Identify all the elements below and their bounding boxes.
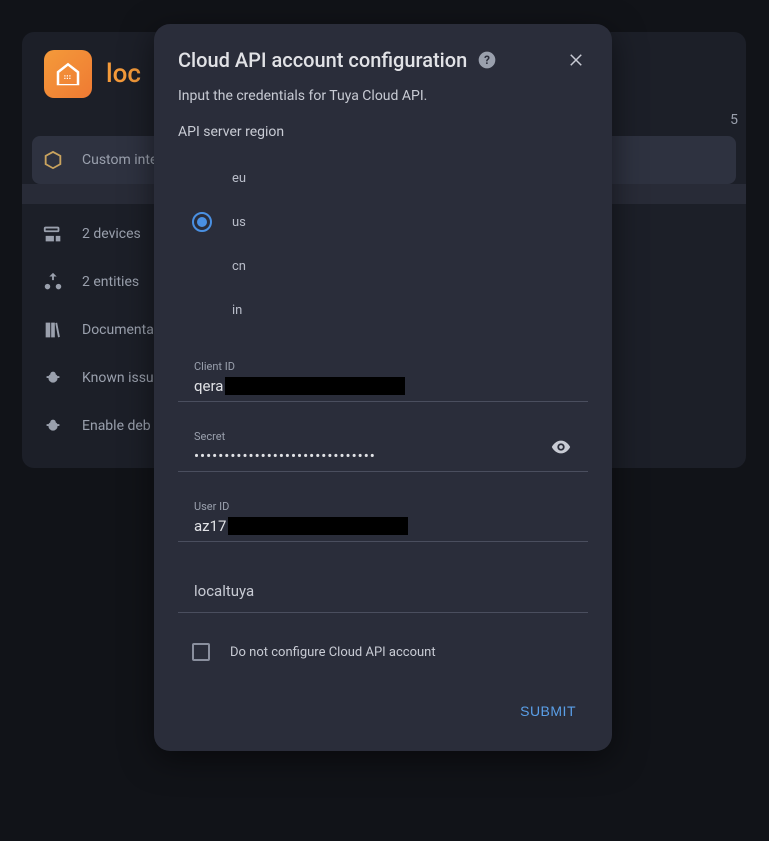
entities-icon [42,271,64,293]
menu-label: Known issu [82,370,154,386]
eye-icon[interactable] [550,436,572,462]
dialog-actions: SUBMIT [178,695,588,727]
bug-icon [42,367,64,389]
radio-icon [192,212,212,232]
svg-text:?: ? [484,53,490,67]
integration-logo-icon [44,50,92,98]
radio-icon [192,168,212,188]
config-dialog: Cloud API account configuration ? Input … [154,24,612,751]
field-value: qera [194,377,223,395]
region-radio-group: eu us cn in [178,156,588,332]
region-option-eu[interactable]: eu [178,156,588,200]
field-value: localtuya [194,582,254,600]
region-section-label: API server region [178,124,588,140]
radio-label: cn [232,259,246,274]
field-label: Secret [194,430,572,443]
dialog-description: Input the credentials for Tuya Cloud API… [178,88,588,104]
field-value: •••••••••••••••••••••••••••••• [194,447,376,465]
skip-config-checkbox[interactable]: Do not configure Cloud API account [178,637,588,667]
menu-label: 2 devices [82,226,141,242]
checkbox-icon [192,643,210,661]
secret-field[interactable]: Secret •••••••••••••••••••••••••••••• [178,426,588,472]
field-label: Client ID [194,360,572,373]
radio-icon [192,256,212,276]
dialog-header: Cloud API account configuration ? [178,48,588,72]
redaction-block [225,377,405,395]
field-value: az17 [194,517,226,535]
region-option-cn[interactable]: cn [178,244,588,288]
region-option-in[interactable]: in [178,288,588,332]
cube-icon [42,149,64,171]
menu-label: Documenta [82,322,154,338]
submit-button[interactable]: SUBMIT [508,695,588,727]
radio-label: us [232,215,246,230]
field-label: User ID [194,500,572,513]
bug-icon [42,415,64,437]
menu-label: 2 entities [82,274,139,290]
devices-icon [42,223,64,245]
menu-label: Custom inte [82,152,157,168]
region-option-us[interactable]: us [178,200,588,244]
help-icon[interactable]: ? [477,50,497,70]
redaction-block [228,517,408,535]
docs-icon [42,319,64,341]
checkbox-label: Do not configure Cloud API account [230,645,436,660]
plain-field[interactable]: localtuya [178,566,588,613]
panel-title: loc [106,59,141,89]
dialog-title: Cloud API account configuration [178,48,467,72]
radio-label: in [232,303,242,318]
menu-label: Enable deb [82,418,151,434]
radio-label: eu [232,171,246,186]
close-icon[interactable] [564,48,588,72]
radio-icon [192,300,212,320]
user-id-field[interactable]: User ID az17 [178,496,588,542]
client-id-field[interactable]: Client ID qera [178,356,588,402]
